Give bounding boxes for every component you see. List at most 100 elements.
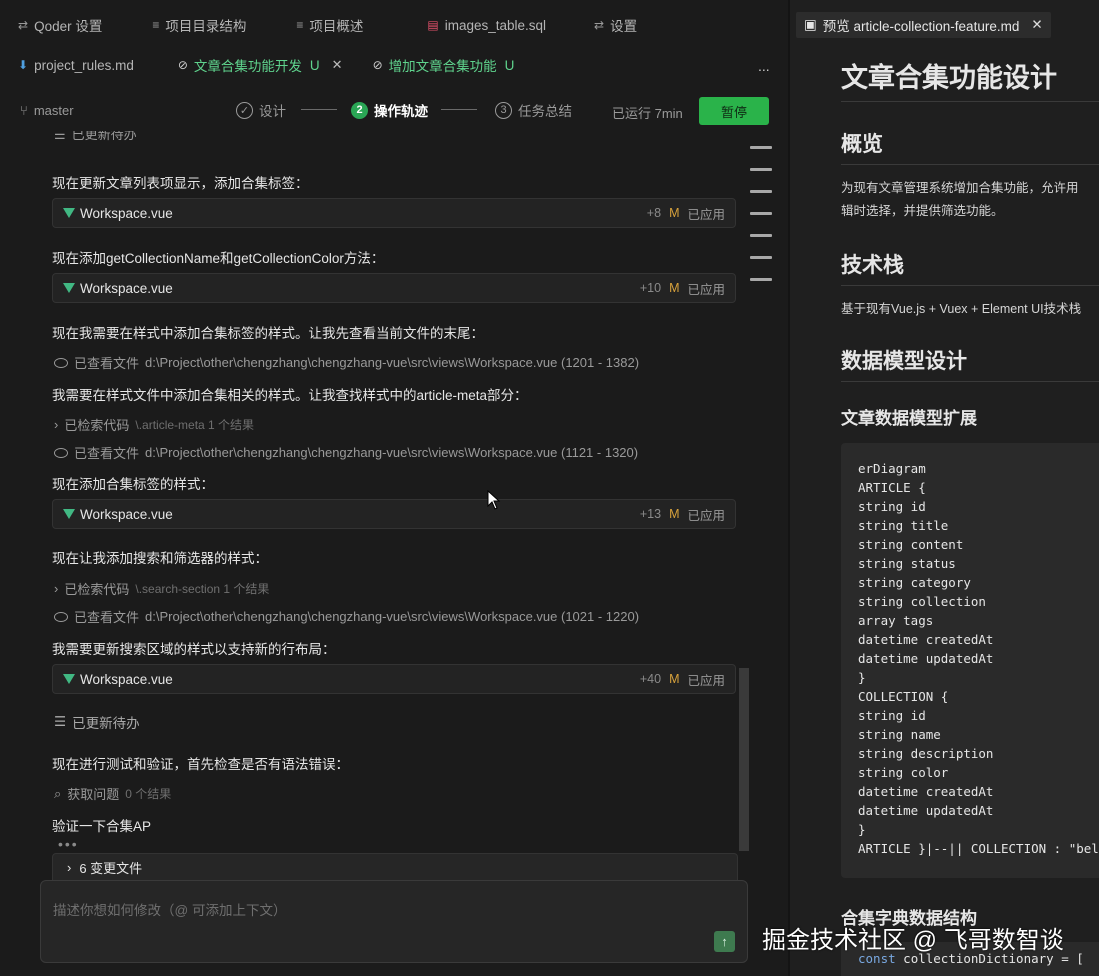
file-name: Workspace.vue: [80, 280, 173, 296]
quest-icon: ⊘: [177, 58, 188, 72]
lines-added: +13: [639, 507, 662, 521]
branch-indicator[interactable]: ⑂ master: [20, 103, 74, 118]
more-icon[interactable]: ...: [758, 58, 770, 74]
tab-images-table-sql[interactable]: ▤ images_table.sql: [381, 5, 564, 45]
minimap-mark: [750, 234, 772, 237]
agent-message: 我需要更新搜索区域的样式以支持新的行布局：: [52, 642, 336, 657]
changed-files-bar[interactable]: › 6 变更文件: [52, 853, 738, 881]
problems-item[interactable]: ⌕ 获取问题 0 个结果: [54, 784, 171, 803]
viewed-file-item[interactable]: 已查看文件 d:\Project\other\chengzhang\chengz…: [54, 607, 639, 626]
settings-icon: ⇄: [18, 18, 29, 32]
step-summary[interactable]: 3 任务总结: [495, 100, 572, 120]
pause-button[interactable]: 暂停: [699, 97, 769, 125]
minimap-mark: [750, 190, 772, 193]
search-label: 已检索代码: [64, 418, 130, 433]
file-path: d:\Project\other\chengzhang\chengzhang-v…: [145, 445, 639, 460]
markdown-icon: ⬇: [18, 58, 29, 72]
applied-status: 已应用: [687, 508, 725, 523]
tab-add-collection[interactable]: ⊘ 增加文章合集功能 U: [361, 45, 533, 85]
chevron-right-icon: ›: [54, 417, 59, 432]
typing-indicator-icon: •••: [58, 836, 79, 852]
overview-line-1: 为现有文章管理系统增加合集功能，允许用: [841, 181, 1079, 195]
tab-label: 项目目录结构: [165, 19, 247, 34]
tech-stack-text: 基于现有Vue.js + Vuex + Element UI技术栈: [841, 302, 1082, 316]
viewed-file-item[interactable]: 已查看文件 d:\Project\other\chengzhang\chengz…: [54, 353, 639, 372]
viewed-file-label: 已查看文件: [74, 446, 140, 461]
heading-overview: 概览: [841, 128, 1099, 165]
tab-label: 增加文章合集功能: [388, 59, 497, 74]
step-design[interactable]: ✓ 设计: [236, 100, 286, 120]
tab-collection-dev[interactable]: ⊘ 文章合集功能开发 U ✕: [152, 45, 361, 85]
search-label: 已检索代码: [64, 582, 130, 597]
file-path: d:\Project\other\chengzhang\chengzhang-v…: [145, 355, 640, 370]
file-path: d:\Project\other\chengzhang\chengzhang-v…: [145, 609, 640, 624]
runtime-label: 已运行 7min: [612, 106, 683, 121]
file-name: Workspace.vue: [80, 506, 173, 522]
tab-label: 项目概述: [309, 19, 364, 34]
vue-icon: [63, 208, 75, 218]
file-change-card[interactable]: Workspace.vue +40 M 已应用: [52, 664, 736, 694]
tab-settings[interactable]: ⇄ 设置: [564, 5, 655, 45]
prompt-input[interactable]: 描述你想如何修改（@ 可添加上下文） ↑: [40, 880, 748, 963]
search-query: \.search-section 1 个结果: [135, 582, 270, 596]
search-query: \.article-meta 1 个结果: [135, 418, 255, 432]
todo-label: 已更新待办: [72, 716, 140, 731]
tab-label: images_table.sql: [444, 17, 547, 33]
agent-message: 现在进行测试和验证，首先检查是否有语法错误：: [52, 757, 349, 772]
check-icon: ✓: [236, 101, 253, 119]
scrollbar-thumb[interactable]: [739, 668, 749, 851]
applied-status: 已应用: [687, 673, 725, 688]
branch-icon: ⑂: [20, 103, 28, 118]
tab-qoder-settings[interactable]: ⇄ Qoder 设置: [0, 5, 120, 45]
file-name: Workspace.vue: [80, 671, 173, 687]
step-label: 设计: [259, 104, 286, 119]
lines-added: +10: [639, 281, 662, 295]
file-change-card[interactable]: Workspace.vue +8 M 已应用: [52, 198, 736, 228]
tab-bar-top: ⇄ Qoder 设置 ≡ 项目目录结构 ≡ 项目概述 ▤ images_tabl…: [0, 5, 655, 45]
tab-project-structure[interactable]: ≡ 项目目录结构: [120, 5, 264, 45]
code-search-item[interactable]: › 已检索代码 \.search-section 1 个结果: [54, 579, 269, 598]
er-diagram-code: erDiagram ARTICLE { string id string tit…: [841, 443, 1099, 878]
tab-project-rules[interactable]: ⬇ project_rules.md: [0, 45, 152, 85]
minimap-mark: [750, 256, 772, 259]
agent-message: 现在添加getCollectionName和getCollectionColor…: [52, 251, 385, 266]
tab-bar-second: ⬇ project_rules.md ⊘ 文章合集功能开发 U ✕ ⊘ 增加文章…: [0, 45, 532, 85]
problems-count: 0 个结果: [125, 787, 172, 801]
untracked-badge: U: [309, 57, 320, 73]
list-icon: ☰: [54, 714, 67, 729]
todo-updated-item[interactable]: ☰ 已更新待办: [54, 712, 140, 732]
heading-article-model: 文章数据模型扩展: [841, 409, 977, 428]
agent-message: 现在我需要在样式中添加合集标签的样式。让我先查看当前文件的末尾：: [52, 326, 484, 341]
modified-badge: M: [669, 507, 680, 521]
list-icon: ☰: [54, 131, 66, 142]
step-number: 2: [351, 101, 368, 119]
lines-added: +8: [646, 206, 662, 220]
send-arrow-icon[interactable]: ↑: [714, 931, 735, 952]
markdown-preview-panel: ▣ 预览 article-collection-feature.md ✕ 文章合…: [790, 0, 1099, 976]
close-icon[interactable]: ✕: [332, 57, 343, 73]
changed-files-label: 6 变更文件: [79, 860, 143, 876]
close-icon[interactable]: ✕: [1031, 17, 1042, 33]
doc-icon: ≡: [152, 18, 160, 32]
tab-label: 预览 article-collection-feature.md: [822, 19, 1020, 34]
minimap-mark: [750, 168, 772, 171]
minimap[interactable]: [750, 146, 772, 300]
database-icon: ▤: [427, 18, 439, 32]
tab-label: Qoder 设置: [34, 19, 103, 34]
tab-project-overview[interactable]: ≡ 项目概述: [264, 5, 381, 45]
doc-icon: ≡: [296, 18, 304, 32]
code-search-item[interactable]: › 已检索代码 \.article-meta 1 个结果: [54, 415, 254, 434]
file-change-card[interactable]: Workspace.vue +13 M 已应用: [52, 499, 736, 529]
viewed-file-item[interactable]: 已查看文件 d:\Project\other\chengzhang\chengz…: [54, 443, 638, 462]
heading-tech-stack: 技术栈: [841, 249, 1099, 286]
modified-badge: M: [669, 281, 680, 295]
applied-status: 已应用: [687, 207, 725, 222]
vue-icon: [63, 674, 75, 684]
minimap-mark: [750, 146, 772, 149]
search-icon: ⌕: [54, 785, 62, 801]
tab-preview[interactable]: ▣ 预览 article-collection-feature.md ✕: [796, 12, 1051, 38]
problems-label: 获取问题: [67, 787, 120, 802]
step-trace[interactable]: 2 操作轨迹: [351, 100, 428, 120]
file-change-card[interactable]: Workspace.vue +10 M 已应用: [52, 273, 736, 303]
modified-badge: M: [669, 672, 680, 686]
